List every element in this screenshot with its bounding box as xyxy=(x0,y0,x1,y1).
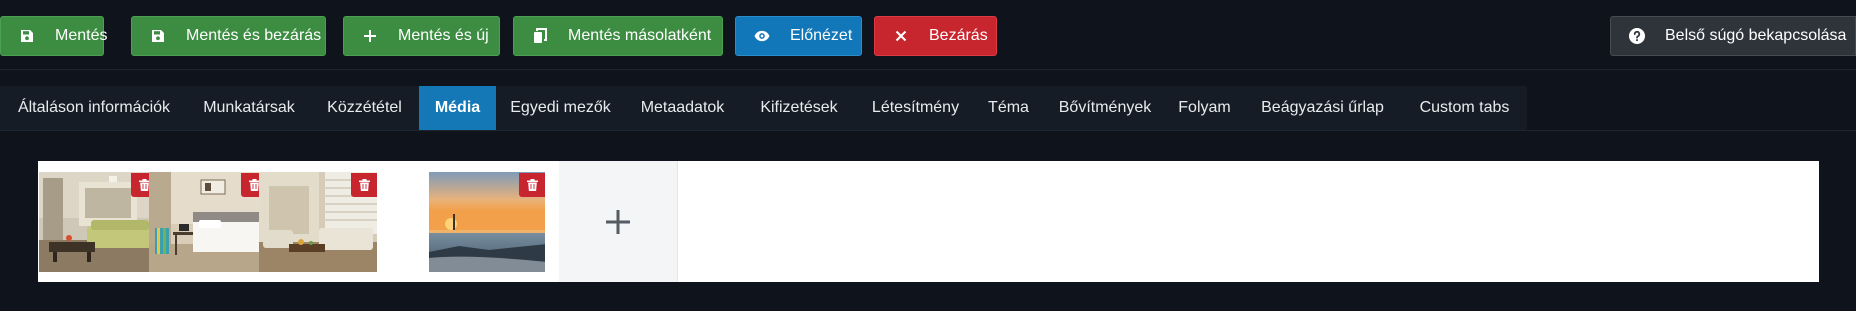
toggle-inline-help-button[interactable]: Belső súgó bekapcsolása xyxy=(1610,16,1856,56)
trash-icon xyxy=(526,179,538,191)
tab-embed-form[interactable]: Beágyazási űrlap xyxy=(1243,86,1402,130)
trash-icon xyxy=(248,179,260,191)
copy-icon xyxy=(532,28,548,44)
question-circle-icon xyxy=(1629,28,1645,44)
media-thumbnail-lounge[interactable] xyxy=(259,172,377,272)
tab-extensions[interactable]: Bővítmények xyxy=(1044,86,1166,130)
tab-label: Bővítmények xyxy=(1058,99,1152,116)
tab-facility[interactable]: Létesítmény xyxy=(858,86,973,130)
save-as-copy-button[interactable]: Mentés másolatként xyxy=(513,16,723,56)
tab-custom-fields[interactable]: Egyedi mezők xyxy=(496,86,625,130)
tab-label: Egyedi mezők xyxy=(510,99,611,116)
media-gallery xyxy=(38,161,1819,282)
tab-custom-tabs[interactable]: Custom tabs xyxy=(1402,86,1527,130)
tab-theme[interactable]: Téma xyxy=(973,86,1044,130)
tab-publishing[interactable]: Közzététel xyxy=(310,86,419,130)
tab-label: Folyam xyxy=(1178,99,1231,116)
tab-label: Téma xyxy=(988,99,1029,116)
tab-label: Létesítmény xyxy=(871,99,960,116)
save-and-new-button-label: Mentés és új xyxy=(398,27,489,44)
add-media-button[interactable] xyxy=(559,161,678,282)
trash-icon xyxy=(138,179,150,191)
preview-button-label: Előnézet xyxy=(790,27,853,44)
delete-image-button[interactable] xyxy=(519,173,545,197)
tab-label: Közzététel xyxy=(327,99,402,116)
tab-general-information[interactable]: Általáson információk xyxy=(0,86,188,130)
tab-metadata[interactable]: Metaadatok xyxy=(625,86,740,130)
tab-label: Általáson információk xyxy=(17,99,171,116)
close-icon xyxy=(893,28,909,44)
tab-label: Metaadatok xyxy=(640,99,725,116)
save-icon xyxy=(19,28,35,44)
media-thumbnail-bedroom[interactable] xyxy=(149,172,267,272)
plus-icon xyxy=(606,209,630,234)
save-icon xyxy=(150,28,166,44)
tab-label: Beágyazási űrlap xyxy=(1261,99,1384,116)
tab-feed[interactable]: Folyam xyxy=(1166,86,1243,130)
save-and-new-button[interactable]: Mentés és új xyxy=(343,16,500,56)
tab-divider xyxy=(0,130,1856,131)
tab-payments[interactable]: Kifizetések xyxy=(740,86,858,130)
save-and-close-button[interactable]: Mentés és bezárás xyxy=(131,16,326,56)
trash-icon xyxy=(358,179,370,191)
toggle-inline-help-label: Belső súgó bekapcsolása xyxy=(1665,27,1847,44)
close-button-label: Bezárás xyxy=(929,27,988,44)
save-button[interactable]: Mentés xyxy=(0,16,108,56)
save-button-label: Mentés xyxy=(55,27,108,44)
tab-media[interactable]: Média xyxy=(419,86,496,130)
media-thumbnail-sunset[interactable] xyxy=(429,172,545,272)
eye-icon xyxy=(754,28,770,44)
save-as-copy-button-label: Mentés másolatként xyxy=(568,27,712,44)
tab-staff[interactable]: Munkatársak xyxy=(188,86,310,130)
save-and-close-button-label: Mentés és bezárás xyxy=(186,27,322,44)
tab-label: Média xyxy=(434,99,481,116)
delete-image-button[interactable] xyxy=(351,173,377,197)
toolbar: Mentés Mentés és bezárás Mentés és új Me… xyxy=(0,0,1856,70)
tab-label: Kifizetések xyxy=(760,99,838,116)
close-button[interactable]: Bezárás xyxy=(874,16,997,56)
preview-button[interactable]: Előnézet xyxy=(735,16,862,56)
tab-label: Custom tabs xyxy=(1419,99,1510,116)
tab-label: Munkatársak xyxy=(203,99,295,116)
plus-icon xyxy=(362,28,378,44)
media-thumbnail-living-room[interactable] xyxy=(39,172,157,272)
